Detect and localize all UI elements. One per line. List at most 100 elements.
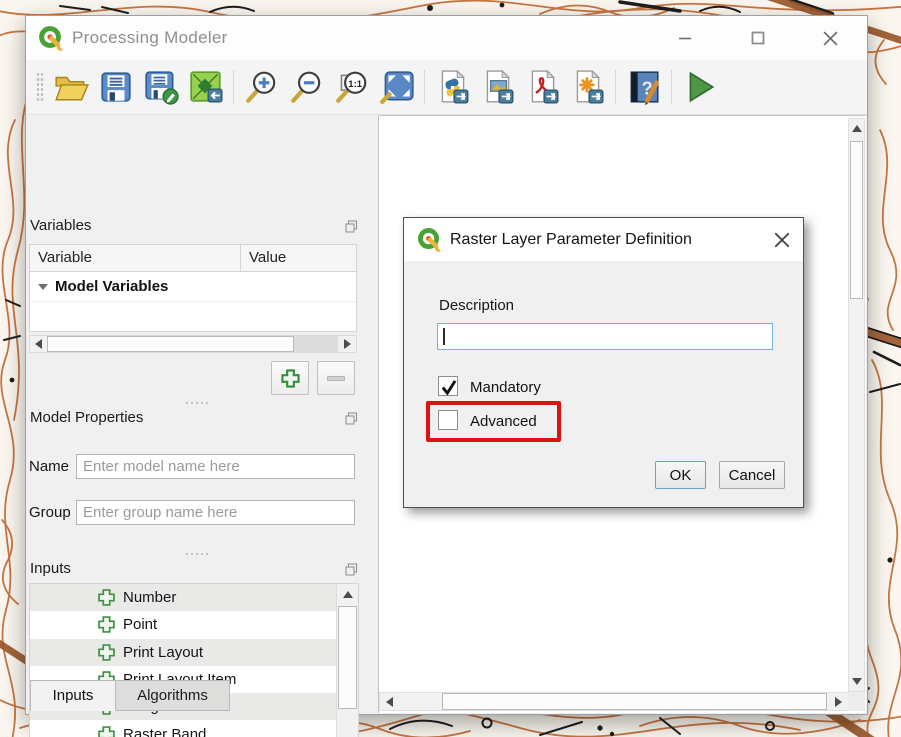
model-variables-label: Model Variables [55,278,168,295]
edit-model-help-button[interactable]: ? [621,65,666,109]
input-item-label: Print Layout [123,644,203,661]
export-as-svg-button[interactable] [565,65,610,109]
zoom-out-button[interactable] [284,65,329,109]
collapse-triangle-icon[interactable] [38,284,48,290]
save-icon [98,69,134,105]
model-name-input[interactable] [76,454,355,479]
panel-splitter-handle[interactable] [186,402,208,404]
add-input-icon [98,589,115,606]
save-model-in-project-button[interactable] [183,65,228,109]
toolbar-separator [615,70,616,104]
variables-h-scrollbar[interactable] [29,335,357,353]
export-svg-icon [570,69,606,105]
dock-tabs: Inputs Algorithms [30,680,230,711]
zoom-actual-size-button[interactable]: 1:1 [329,65,374,109]
canvas-v-scrollbar[interactable] [848,118,865,692]
mandatory-label: Mandatory [470,379,541,396]
zoom-full-icon [379,69,415,105]
zoom-1-1-icon: 1:1 [334,69,370,105]
window-titlebar: Processing Modeler [26,16,867,60]
export-pdf-icon [525,69,561,105]
scroll-up-arrow[interactable] [849,119,864,138]
run-icon [682,69,718,105]
float-panel-icon[interactable] [345,412,358,425]
save-model-button[interactable] [93,65,138,109]
advanced-label: Advanced [470,413,537,430]
scrollbar-corner [848,692,865,711]
open-model-button[interactable] [48,65,93,109]
scrollbar-track[interactable] [294,336,338,352]
scroll-up-arrow[interactable] [337,584,358,605]
column-header-value[interactable]: Value [241,245,356,271]
scroll-left-arrow[interactable] [380,693,398,710]
text-caret [443,328,445,345]
input-item-point[interactable]: Point [30,611,358,638]
scrollbar-thumb[interactable] [338,606,357,709]
inputs-list: Number Point Print Layout Print Layout I… [29,583,359,737]
left-dock-area: Variables Variable Value Model Variables [26,115,378,714]
export-as-pdf-button[interactable] [520,65,565,109]
ok-button[interactable]: OK [655,461,706,489]
scroll-down-arrow[interactable] [849,672,864,691]
description-label: Description [439,297,514,314]
input-item-number[interactable]: Number [30,584,358,611]
float-panel-icon[interactable] [345,563,358,576]
raster-layer-parameter-definition-dialog: Raster Layer Parameter Definition Descri… [403,217,804,508]
name-label: Name [29,458,69,475]
model-canvas[interactable]: Raster Layer Parameter Definition Descri… [378,115,866,713]
mandatory-checkbox[interactable] [438,376,458,396]
description-input[interactable] [437,323,773,350]
model-variables-group-row[interactable]: Model Variables [30,272,356,302]
tab-inputs[interactable]: Inputs [30,680,116,711]
export-as-python-script-button[interactable] [430,65,475,109]
canvas-h-scrollbar[interactable] [379,692,849,711]
zoom-in-button[interactable] [239,65,284,109]
qgis-logo-icon [417,227,442,252]
scrollbar-thumb[interactable] [850,141,863,299]
variables-table: Variable Value Model Variables [29,244,357,332]
model-group-input[interactable] [76,500,355,525]
model-properties-panel-title: Model Properties [30,409,143,426]
scrollbar-thumb[interactable] [47,336,294,352]
remove-variable-button[interactable] [317,361,355,395]
zoom-out-icon [289,69,325,105]
toolbar-drag-handle[interactable] [36,72,44,102]
dialog-close-button[interactable] [771,229,793,251]
add-variable-button[interactable] [271,361,309,395]
run-model-button[interactable] [677,65,722,109]
minus-icon [327,376,345,381]
inputs-v-scrollbar[interactable] [336,584,358,737]
scroll-right-arrow[interactable] [338,336,356,352]
toolbar-separator [233,70,234,104]
export-image-icon [480,69,516,105]
dialog-titlebar: Raster Layer Parameter Definition [404,218,803,261]
svg-text:1:1: 1:1 [348,79,362,90]
input-item-print-layout[interactable]: Print Layout [30,639,358,666]
zoom-full-button[interactable] [374,65,419,109]
dialog-title: Raster Layer Parameter Definition [450,231,692,249]
open-folder-icon [53,69,89,105]
panel-splitter-handle[interactable] [186,553,208,555]
export-python-icon [435,69,471,105]
export-as-image-button[interactable] [475,65,520,109]
save-model-as-button[interactable] [138,65,183,109]
advanced-checkbox[interactable] [438,410,458,430]
close-button[interactable] [794,16,867,60]
processing-modeler-window: Processing Modeler [25,15,868,715]
input-item-raster-band[interactable]: Raster Band [30,720,358,737]
plus-icon [281,369,300,388]
float-panel-icon[interactable] [345,220,358,233]
scroll-right-arrow[interactable] [829,693,848,710]
minimize-button[interactable] [648,16,721,60]
zoom-in-icon [244,69,280,105]
toolbar-separator [671,70,672,104]
column-header-variable[interactable]: Variable [30,245,241,271]
scroll-left-arrow[interactable] [30,336,47,352]
add-input-icon [98,616,115,633]
cancel-button[interactable]: Cancel [719,461,785,489]
maximize-button[interactable] [721,16,794,60]
tab-algorithms[interactable]: Algorithms [116,680,230,711]
scrollbar-thumb[interactable] [442,693,827,710]
qgis-logo-icon [38,25,64,51]
inputs-panel-title: Inputs [30,560,71,577]
